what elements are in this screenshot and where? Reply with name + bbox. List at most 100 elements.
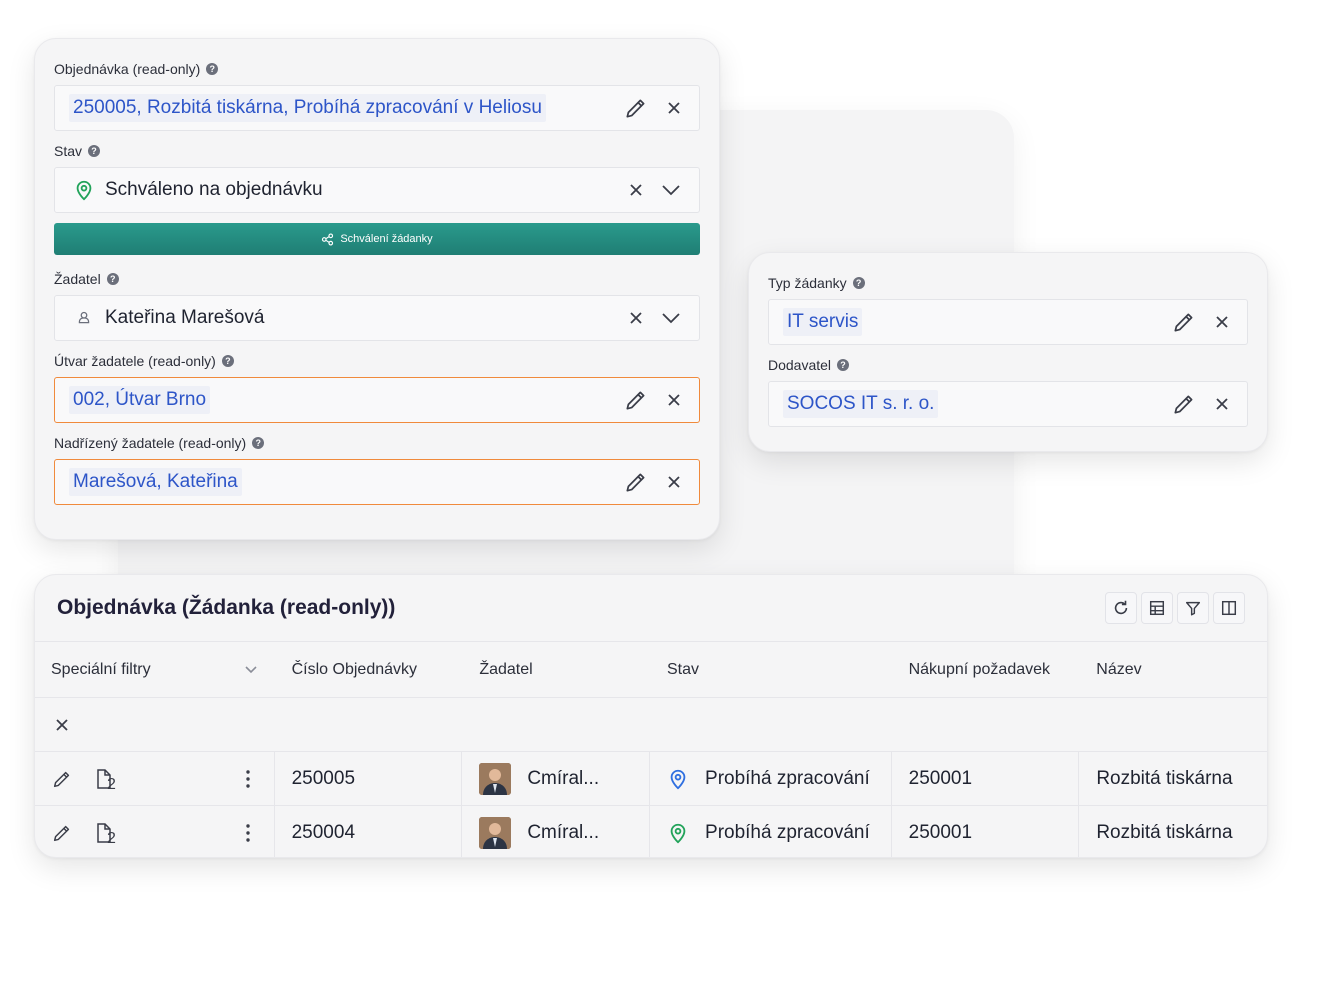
table-icon[interactable]	[1141, 592, 1173, 624]
supplier-field[interactable]: SOCOS IT s. r. o.	[768, 381, 1248, 427]
supplier-label-text: Dodavatel	[768, 357, 832, 373]
approve-request-button[interactable]: Schválení žádanky	[54, 223, 700, 255]
request-details-card: Typ žádanky ? IT servis Dodavatel ? SOCO…	[748, 252, 1268, 452]
close-icon[interactable]	[667, 101, 681, 115]
avatar	[479, 816, 512, 849]
request-type-field[interactable]: IT servis	[768, 299, 1248, 345]
close-icon[interactable]	[667, 393, 681, 407]
clear-filters-icon[interactable]	[56, 718, 68, 731]
chevron-down-icon[interactable]	[245, 665, 257, 674]
order-link[interactable]: 250005, Rozbitá tiskárna, Probíhá zpraco…	[69, 94, 546, 122]
status-cell: Probíhá zpracování	[650, 752, 892, 805]
table-title: Objednávka (Žádanka (read-only))	[57, 596, 396, 619]
more-vertical-icon[interactable]	[245, 769, 250, 788]
column-header: Speciální filtry	[51, 660, 151, 678]
close-icon[interactable]	[1215, 315, 1229, 329]
column-header[interactable]: Žadatel	[462, 642, 650, 697]
purchase-request-cell: 250001	[892, 752, 1080, 805]
name-cell: Rozbitá tiskárna	[1096, 767, 1233, 789]
pencil-icon[interactable]	[51, 768, 73, 790]
close-icon[interactable]	[1215, 397, 1229, 411]
help-icon[interactable]: ?	[206, 63, 219, 75]
pencil-icon[interactable]	[623, 469, 649, 495]
column-header[interactable]: Stav	[650, 642, 892, 697]
supervisor-field[interactable]: Marešová, Kateřina	[54, 459, 700, 505]
status-text: Probíhá zpracování	[705, 767, 870, 789]
chevron-down-icon[interactable]	[661, 312, 681, 324]
attachment-icon[interactable]: 2	[95, 768, 116, 793]
location-pin-icon	[667, 822, 689, 844]
department-link[interactable]: 002, Útvar Brno	[69, 386, 211, 414]
row-actions-cell: 2	[35, 752, 275, 805]
columns-icon[interactable]	[1213, 592, 1245, 624]
filter-row	[35, 698, 1267, 752]
requester-cell: Cmíral...	[462, 752, 651, 805]
supervisor-link[interactable]: Marešová, Kateřina	[69, 468, 242, 496]
purchase-request-cell: 250001	[892, 806, 1080, 857]
help-icon[interactable]: ?	[252, 437, 265, 449]
requester-cell: Cmíral...	[462, 806, 651, 857]
column-header[interactable]: Nákupní požadavek	[892, 642, 1080, 697]
orders-table-card: Objednávka (Žádanka (read-only)) Speciál…	[34, 574, 1268, 858]
close-icon[interactable]	[629, 183, 643, 197]
attachment-icon[interactable]: 2	[95, 822, 116, 847]
requester-name: Cmíral...	[527, 767, 600, 789]
help-icon[interactable]: ?	[106, 273, 119, 285]
status-cell: Probíhá zpracování	[650, 806, 892, 857]
order-number-cell: 250005	[275, 752, 463, 805]
order-label-text: Objednávka (read-only)	[54, 61, 201, 77]
department-label-text: Útvar žadatele (read-only)	[54, 353, 216, 369]
request-type-link[interactable]: IT servis	[783, 308, 863, 336]
user-icon	[73, 307, 95, 329]
help-icon[interactable]: ?	[88, 145, 101, 157]
status-select[interactable]: Schváleno na objednávku	[54, 167, 700, 213]
pencil-icon[interactable]	[51, 822, 73, 844]
request-type-label: Typ žádanky ?	[768, 273, 1248, 293]
order-number-cell: 250004	[275, 806, 463, 857]
requester-value: Kateřina Marešová	[105, 307, 265, 328]
column-header[interactable]: Číslo Objednávky	[275, 642, 463, 697]
status-value: Schváleno na objednávku	[105, 179, 323, 200]
help-icon[interactable]: ?	[852, 277, 865, 289]
filter-icon[interactable]	[1177, 592, 1209, 624]
table-row[interactable]: 2 250004 Cmíral... Probíhá zpracování 25…	[35, 806, 1267, 857]
order-field-label: Objednávka (read-only) ?	[54, 59, 700, 79]
requester-name: Cmíral...	[527, 821, 600, 843]
supervisor-label-text: Nadřízený žadatele (read-only)	[54, 435, 247, 451]
share-nodes-icon	[321, 232, 334, 246]
department-field[interactable]: 002, Útvar Brno	[54, 377, 700, 423]
attachment-count: 2	[107, 829, 116, 847]
location-pin-icon	[667, 768, 689, 790]
close-icon[interactable]	[667, 475, 681, 489]
table-header: Objednávka (Žádanka (read-only))	[35, 575, 1267, 642]
more-vertical-icon[interactable]	[245, 823, 250, 842]
status-field-label: Stav ?	[54, 141, 700, 161]
location-pin-icon	[73, 179, 95, 201]
special-filters-header[interactable]: Speciální filtry	[35, 642, 275, 697]
help-icon[interactable]: ?	[837, 359, 850, 371]
column-header-row: Speciální filtry Číslo Objednávky Žadate…	[35, 642, 1267, 698]
refresh-icon[interactable]	[1105, 592, 1137, 624]
requester-select[interactable]: Kateřina Marešová	[54, 295, 700, 341]
pencil-icon[interactable]	[623, 95, 649, 121]
pencil-icon[interactable]	[623, 387, 649, 413]
close-icon[interactable]	[629, 311, 643, 325]
help-icon[interactable]: ?	[221, 355, 234, 367]
pencil-icon[interactable]	[1171, 309, 1197, 335]
name-cell: Rozbitá tiskárna	[1096, 821, 1233, 843]
row-actions-cell: 2	[35, 806, 275, 857]
approve-button-label: Schválení žádanky	[340, 233, 433, 245]
status-text: Probíhá zpracování	[705, 821, 870, 843]
table-toolbar	[1105, 592, 1245, 624]
supervisor-field-label: Nadřízený žadatele (read-only) ?	[54, 433, 700, 453]
requester-label-text: Žadatel	[54, 271, 101, 287]
column-header[interactable]: Název	[1079, 642, 1267, 697]
attachment-count: 2	[107, 775, 116, 793]
supplier-label: Dodavatel ?	[768, 355, 1248, 375]
supplier-link[interactable]: SOCOS IT s. r. o.	[783, 390, 939, 418]
order-field[interactable]: 250005, Rozbitá tiskárna, Probíhá zpraco…	[54, 85, 700, 131]
request-type-label-text: Typ žádanky	[768, 275, 847, 291]
pencil-icon[interactable]	[1171, 391, 1197, 417]
table-row[interactable]: 2 250005 Cmíral... Probíhá zpracování 25…	[35, 752, 1267, 806]
chevron-down-icon[interactable]	[661, 184, 681, 196]
